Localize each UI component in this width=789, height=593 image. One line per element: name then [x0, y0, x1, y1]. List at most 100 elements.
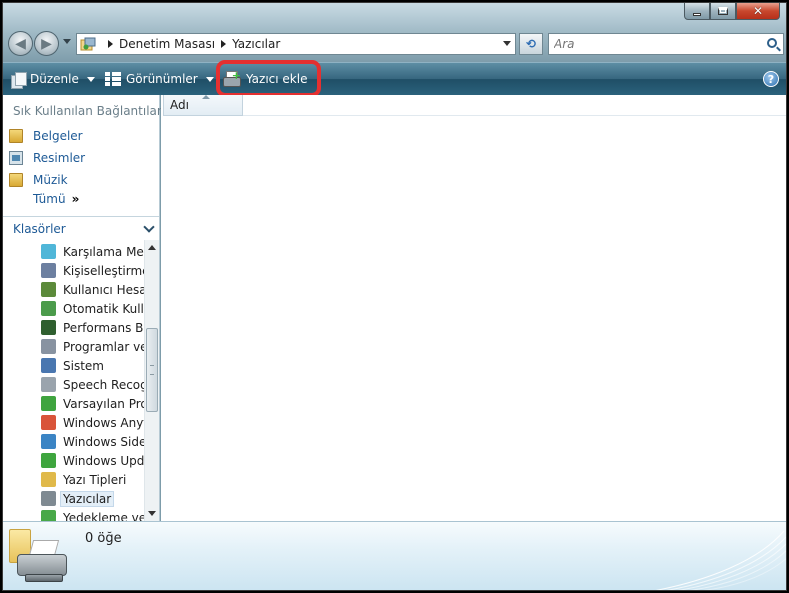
tree-item[interactable]: Varsayılan Prog — [41, 394, 144, 413]
recent-pages-dropdown[interactable] — [63, 39, 71, 44]
tree-item-label: Varsayılan Prog — [63, 396, 144, 411]
minimize-icon — [693, 12, 701, 16]
help-button[interactable]: ? — [763, 71, 779, 87]
tree-item[interactable]: Speech Recogn — [41, 375, 144, 394]
fonts-icon — [41, 472, 56, 487]
tree-item[interactable]: Performans Bil — [41, 318, 144, 337]
search-input[interactable] — [554, 37, 754, 51]
help-icon: ? — [767, 72, 775, 86]
tree-item-label: Speech Recogn — [63, 377, 144, 392]
tree-item-label: Sistem — [63, 358, 104, 373]
tree-item-label: Kişiselleştirme — [63, 263, 144, 278]
views-label: Görünümler — [126, 72, 198, 86]
favorite-link-label: Müzik — [33, 173, 68, 187]
tree-item[interactable]: Windows SideS — [41, 432, 144, 451]
folder-tree: Karşılama Merk Kişiselleştirme Kullanıcı… — [3, 240, 144, 521]
tree-item[interactable]: Sistem — [41, 356, 144, 375]
maximize-button[interactable] — [710, 3, 736, 20]
more-links-label: Tümü — [33, 192, 66, 206]
favorite-link-documents[interactable]: Belgeler — [9, 126, 83, 146]
tree-item-label: Performans Bil — [63, 320, 144, 335]
forward-arrow-icon: ▶ — [41, 35, 52, 52]
add-printer-button[interactable]: + Yazıcı ekle — [223, 69, 307, 89]
welcome-center-icon — [41, 244, 56, 259]
maximize-icon — [718, 7, 728, 15]
close-icon: ✕ — [752, 4, 764, 18]
views-icon — [105, 72, 121, 86]
search-box — [548, 33, 784, 55]
folder-tree-scrollbar[interactable] — [144, 240, 159, 521]
tree-item[interactable]: Yedekleme ve — [41, 508, 144, 521]
tree-item[interactable]: Windows Upda — [41, 451, 144, 470]
folder-icon — [9, 173, 23, 187]
organize-icon — [11, 71, 27, 89]
navigation-row: ◀ ▶ Denetim Masası Yazıcılar ⟲ — [3, 29, 786, 59]
system-icon — [41, 358, 56, 373]
windows-anytime-icon — [41, 415, 56, 430]
folders-header[interactable]: Klasörler — [3, 216, 159, 240]
address-bar[interactable]: Denetim Masası Yazıcılar — [76, 33, 516, 55]
tree-item[interactable]: Karşılama Merk — [41, 242, 144, 261]
back-button[interactable]: ◀ — [8, 31, 33, 56]
navigation-pane: Sık Kullanılan Bağlantılar Belgeler Resi… — [3, 95, 162, 521]
caption-buttons: ✕ — [684, 3, 780, 20]
tree-item[interactable]: Otomatik Kulla — [41, 299, 144, 318]
item-count: 0 öğe — [85, 531, 122, 546]
scroll-down-icon[interactable] — [148, 511, 156, 516]
organize-label: Düzenle — [30, 72, 79, 86]
tree-item[interactable]: Programlar ve — [41, 337, 144, 356]
refresh-icon: ⟲ — [525, 37, 537, 51]
tree-item[interactable]: Windows Anyt — [41, 413, 144, 432]
user-accounts-icon — [41, 282, 56, 297]
command-bar: Düzenle Görünümler + Yazıcı ekle ? — [3, 62, 786, 95]
tree-item-label: Programlar ve — [63, 339, 144, 354]
sidebar-icon — [41, 434, 56, 449]
minimize-button[interactable] — [684, 3, 710, 20]
folder-icon — [9, 129, 23, 143]
forward-button[interactable]: ▶ — [34, 31, 59, 56]
breadcrumb-separator-icon — [108, 40, 113, 48]
search-icon[interactable] — [767, 38, 777, 48]
tree-item-selected[interactable]: Yazıcılar — [41, 489, 144, 508]
tree-item-label: Otomatik Kulla — [63, 301, 144, 316]
tree-item[interactable]: Kişiselleştirme — [41, 261, 144, 280]
breadcrumb-printers[interactable]: Yazıcılar — [232, 37, 280, 51]
breadcrumb-control-panel[interactable]: Denetim Masası — [119, 37, 215, 51]
organize-button[interactable]: Düzenle — [11, 69, 95, 89]
favorite-link-pictures[interactable]: Resimler — [9, 148, 85, 168]
scrollbar-thumb[interactable] — [146, 328, 158, 412]
scroll-up-icon[interactable] — [148, 245, 156, 250]
header-divider — [243, 115, 786, 116]
refresh-button[interactable]: ⟲ — [519, 33, 543, 55]
file-list-pane[interactable]: Adı — [161, 95, 786, 521]
backup-icon — [41, 510, 56, 521]
views-button[interactable]: Görünümler — [105, 69, 214, 89]
add-printer-icon: + — [223, 69, 241, 87]
details-pane: 0 öğe — [3, 521, 786, 590]
explorer-window: ✕ ◀ ▶ Denetim Masası Yazıcılar ⟲ Düzenle — [2, 2, 787, 591]
chevron-down-icon — [86, 76, 95, 82]
address-dropdown-icon[interactable] — [503, 41, 511, 46]
folders-title: Klasörler — [13, 221, 66, 236]
breadcrumb-separator-icon — [221, 40, 227, 48]
more-links[interactable]: Tümü » — [33, 192, 79, 206]
decorative-swoosh — [655, 530, 786, 590]
tree-item[interactable]: Yazı Tipleri — [41, 470, 144, 489]
control-panel-icon — [80, 36, 96, 52]
add-printer-label: Yazıcı ekle — [246, 72, 308, 86]
column-header-name[interactable]: Adı — [163, 95, 243, 116]
favorite-link-music[interactable]: Müzik — [9, 170, 68, 190]
tree-item[interactable]: Kullanıcı Hesap — [41, 280, 144, 299]
windows-update-icon — [41, 453, 56, 468]
column-header-label: Adı — [170, 98, 189, 112]
autoplay-icon — [41, 301, 56, 316]
favorite-link-label: Belgeler — [33, 129, 83, 143]
default-programs-icon — [41, 396, 56, 411]
tree-item-label: Yazı Tipleri — [63, 472, 127, 487]
tree-item-label: Windows SideS — [63, 434, 144, 449]
printers-icon — [41, 491, 56, 506]
close-button[interactable]: ✕ — [736, 3, 780, 20]
tree-item-label: Windows Upda — [63, 453, 144, 468]
tree-item-label: Yedekleme ve — [63, 510, 144, 522]
personalization-icon — [41, 263, 56, 278]
